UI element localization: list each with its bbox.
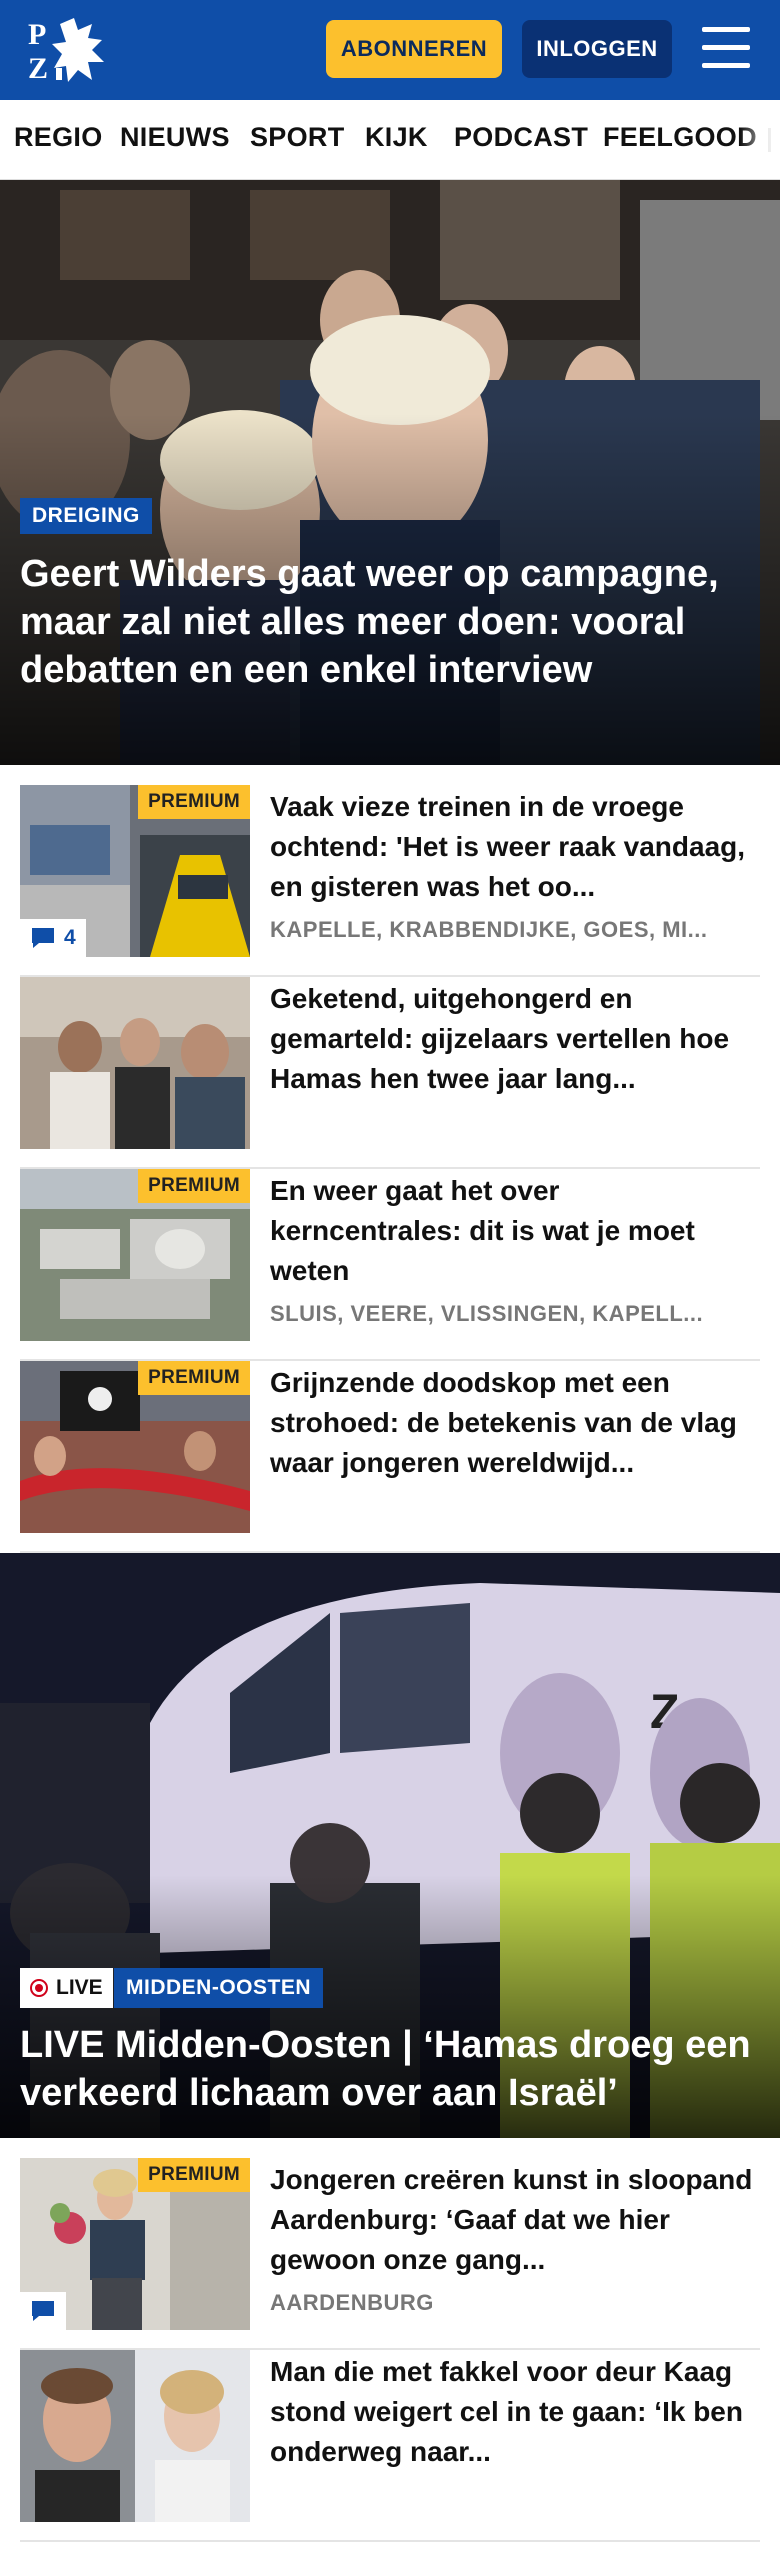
hero-title[interactable]: Geert Wilders gaat weer op campagne, maa…: [20, 550, 750, 694]
article-thumbnail: PREMIUM 4: [20, 785, 250, 957]
article-thumbnail: PREMIUM: [20, 1361, 250, 1533]
article-location: AARDENBURG: [270, 2290, 434, 2315]
article-location: SLUIS, VEERE, VLISSINGEN, KAPELL...: [270, 1301, 704, 1326]
article-title[interactable]: Grijnzende doodskop met een strohoed: de…: [270, 1363, 755, 1483]
svg-text:P: P: [28, 18, 46, 51]
article-thumbnail: PREMIUM: [20, 1169, 250, 1341]
article-row[interactable]: Geketend, uitgehongerd en gemarteld: gij…: [20, 977, 760, 1169]
comment-count-value: 4: [64, 926, 76, 949]
article-row[interactable]: Man die met fakkel voor deur Kaag stond …: [20, 2350, 760, 2542]
premium-badge: PREMIUM: [138, 785, 250, 819]
article-thumbnail: PREMIUM: [20, 2158, 250, 2330]
nav-item-kijk[interactable]: KIJK: [365, 122, 428, 153]
article-row[interactable]: PREMIUM 4 Vaak vieze treinen in de vroeg…: [20, 785, 760, 977]
nav-item-regio[interactable]: REGIO: [14, 122, 103, 153]
article-title[interactable]: Man die met fakkel voor deur Kaag stond …: [270, 2352, 755, 2472]
subscribe-button[interactable]: ABONNEREN: [326, 20, 502, 78]
live-label: LIVE: [56, 1976, 103, 1999]
login-button[interactable]: INLOGGEN: [522, 20, 672, 78]
nav-item-nieuws[interactable]: NIEUWS: [120, 122, 230, 153]
live-dot-icon: [30, 1979, 48, 1997]
premium-badge: PREMIUM: [138, 1361, 250, 1395]
live-title[interactable]: LIVE Midden-Oosten | ‘Hamas droeg een ve…: [20, 2021, 760, 2117]
article-thumbnail: [20, 977, 250, 1149]
nav-item-feelgood[interactable]: FEELGOOD: [603, 122, 757, 153]
article-thumbnail: [20, 2350, 250, 2522]
section-nav: REGIO NIEUWS SPORT KIJK PODCAST FEELGOOD: [0, 100, 780, 180]
hero-tag[interactable]: DREIGING: [20, 498, 152, 534]
article-row[interactable]: PREMIUM Jongeren creëren kunst in sloopa…: [20, 2158, 760, 2350]
top-bar: P Z C ABONNEREN INLOGGEN: [0, 0, 780, 100]
article-row[interactable]: PREMIUM En weer gaat het over kerncentra…: [20, 1169, 760, 1361]
comment-count[interactable]: 4: [20, 919, 86, 957]
nav-item-podcast[interactable]: PODCAST: [454, 122, 588, 153]
premium-badge: PREMIUM: [138, 1169, 250, 1203]
comment-icon: [32, 2301, 54, 2321]
hostages-image: [20, 977, 250, 1149]
live-article[interactable]: Z LIVE MIDDEN-OOSTEN LIVE Midden-Oosten …: [0, 1553, 780, 2138]
live-tag[interactable]: MIDDEN-OOSTEN: [114, 1968, 323, 2008]
article-row[interactable]: PREMIUM Grijnzende doodskop met een stro…: [20, 1361, 760, 1553]
nav-fade: [740, 100, 780, 179]
hamburger-menu-icon[interactable]: [700, 24, 752, 74]
article-title[interactable]: Geketend, uitgehongerd en gemarteld: gij…: [270, 979, 755, 1099]
article-title[interactable]: Vaak vieze treinen in de vroege ochtend:…: [270, 787, 755, 907]
article-title[interactable]: Jongeren creëren kunst in sloopand Aarde…: [270, 2160, 755, 2280]
article-title[interactable]: En weer gaat het over kerncentrales: dit…: [270, 1171, 755, 1291]
portraits-image: [20, 2350, 250, 2522]
comment-icon: [32, 928, 54, 948]
nav-item-sport[interactable]: SPORT: [250, 122, 345, 153]
live-badge: LIVE: [20, 1968, 113, 2008]
pzc-logo[interactable]: P Z C: [22, 10, 112, 90]
article-location: KAPELLE, KRABBENDIJKE, GOES, MI...: [270, 917, 708, 942]
hero-article[interactable]: DREIGING Geert Wilders gaat weer op camp…: [0, 180, 780, 765]
premium-badge: PREMIUM: [138, 2158, 250, 2192]
comment-count[interactable]: [20, 2292, 66, 2330]
